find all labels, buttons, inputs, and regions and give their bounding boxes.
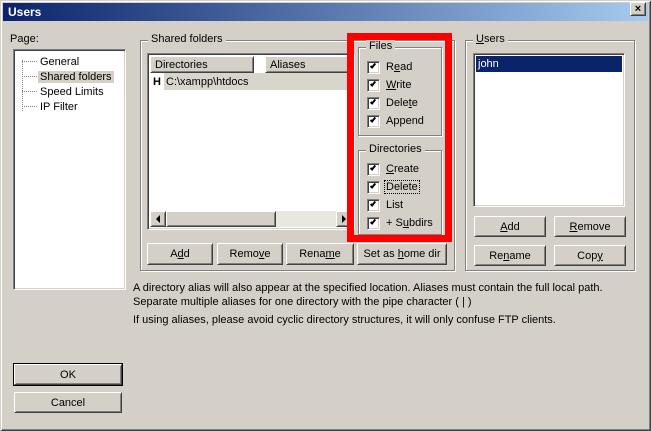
shared-folders-group-label: Shared folders [148,33,226,45]
row-selection: C:\xampp\htdocs [164,73,352,90]
scroll-right-button[interactable] [336,211,352,227]
checkbox-label: Read [385,61,413,73]
alias-note-text: A directory alias will also appear at th… [133,281,647,309]
files-group-label: Files [366,40,395,52]
list-item-john[interactable]: john [476,56,622,72]
column-header-directories[interactable]: Directories [150,56,254,73]
check-mark-icon [370,164,376,171]
button-label: OK [60,369,76,381]
cyclic-note-text: If using aliases, please avoid cyclic di… [133,313,647,327]
check-mark-icon [370,62,376,69]
sidebar-item-speed-limits[interactable]: Speed Limits [16,84,123,99]
user-name: john [478,58,499,70]
button-label: Add [170,248,190,260]
column-header-label: Aliases [270,59,305,71]
rename-user-button[interactable]: Rename [474,245,546,266]
copy-user-button[interactable]: Copy [554,245,626,266]
remove-user-button[interactable]: Remove [554,216,626,237]
checkbox-create[interactable]: Create [367,161,437,177]
table-row[interactable]: H C:\xampp\htdocs [150,73,352,90]
column-header-label: Directories [155,59,208,71]
button-label: Rename [299,248,341,260]
checkbox-checked-icon[interactable] [367,181,380,194]
sidebar-item-ip-filter[interactable]: IP Filter [16,99,123,114]
check-mark-icon [370,182,376,189]
sidebar-item-shared-folders[interactable]: Shared folders [16,69,123,84]
checkbox-label: Delete [385,97,419,109]
checkbox-delete-dirs[interactable]: Delete [367,179,437,195]
close-icon: × [635,4,641,14]
files-permissions-group: Files Read Write Delete Append [358,47,442,136]
directories-group-label: Directories [366,143,425,155]
tree-guide [22,91,38,92]
scroll-left-button[interactable] [150,211,166,227]
add-user-button[interactable]: Add [474,216,546,237]
remove-folder-button[interactable]: Remove [217,243,283,265]
checkbox-write[interactable]: Write [367,77,437,93]
close-button[interactable]: × [630,2,646,16]
button-label: Copy [577,250,603,262]
button-label: Remove [230,248,271,260]
users-dialog: Users × Page: General Shared folders Spe… [0,0,651,431]
button-label: Cancel [51,397,85,409]
checkbox-subdirs[interactable]: + Subdirs [367,215,437,231]
button-label: Rename [489,250,531,262]
users-group-label: Users [473,33,508,45]
button-label: Add [500,221,520,233]
add-folder-button[interactable]: Add [147,243,213,265]
home-flag: H [150,76,164,88]
cancel-button[interactable]: Cancel [14,392,122,413]
checkbox-label: List [385,199,404,211]
checkbox-append[interactable]: Append [367,113,437,129]
window-title: Users [8,5,41,19]
tree-guide [22,106,38,107]
tree-guide [22,61,38,62]
checkbox-label: Delete [385,181,419,193]
check-mark-icon [370,116,376,123]
users-list[interactable]: john [473,53,625,207]
check-mark-icon [370,218,376,225]
checkbox-checked-icon[interactable] [367,61,380,74]
directory-path: C:\xampp\htdocs [166,76,249,88]
check-mark-icon [370,98,376,105]
tree-item-label: General [38,56,81,68]
checkbox-checked-icon[interactable] [367,97,380,110]
tree-guide [22,76,38,77]
column-header-aliases[interactable]: Aliases [265,56,352,73]
button-label: Remove [570,221,611,233]
directories-permissions-group: Directories Create Delete List + Subdirs [358,150,442,235]
sidebar-item-general[interactable]: General [16,54,123,69]
page-tree[interactable]: General Shared folders Speed Limits IP F… [13,49,126,290]
tree-item-label: Shared folders [38,71,114,83]
checkbox-checked-icon[interactable] [367,163,380,176]
checkbox-list[interactable]: List [367,197,437,213]
check-mark-icon [370,80,376,87]
tree-item-label: IP Filter [38,101,80,113]
tree-item-label: Speed Limits [38,86,106,98]
checkbox-label: + Subdirs [385,217,434,229]
ok-button[interactable]: OK [14,364,122,385]
horizontal-scrollbar[interactable] [150,211,352,227]
titlebar[interactable]: Users [3,3,648,21]
checkbox-label: Create [385,163,420,175]
checkbox-checked-icon[interactable] [367,79,380,92]
set-as-home-dir-button[interactable]: Set as home dir [357,243,447,265]
scroll-right-icon [342,215,350,223]
scrollbar-thumb[interactable] [166,211,276,227]
checkbox-checked-icon[interactable] [367,199,380,212]
checkbox-delete-files[interactable]: Delete [367,95,437,111]
checkbox-read[interactable]: Read [367,59,437,75]
button-label: Set as home dir [363,248,440,260]
page-label: Page: [10,33,39,45]
checkbox-label: Append [385,115,425,127]
checkbox-checked-icon[interactable] [367,217,380,230]
scroll-left-icon [152,215,160,223]
directories-table[interactable]: Directories Aliases H C:\xampp\htdocs [147,53,355,230]
rename-folder-button[interactable]: Rename [286,243,354,265]
checkbox-label: Write [385,79,412,91]
check-mark-icon [370,200,376,207]
checkbox-checked-icon[interactable] [367,115,380,128]
